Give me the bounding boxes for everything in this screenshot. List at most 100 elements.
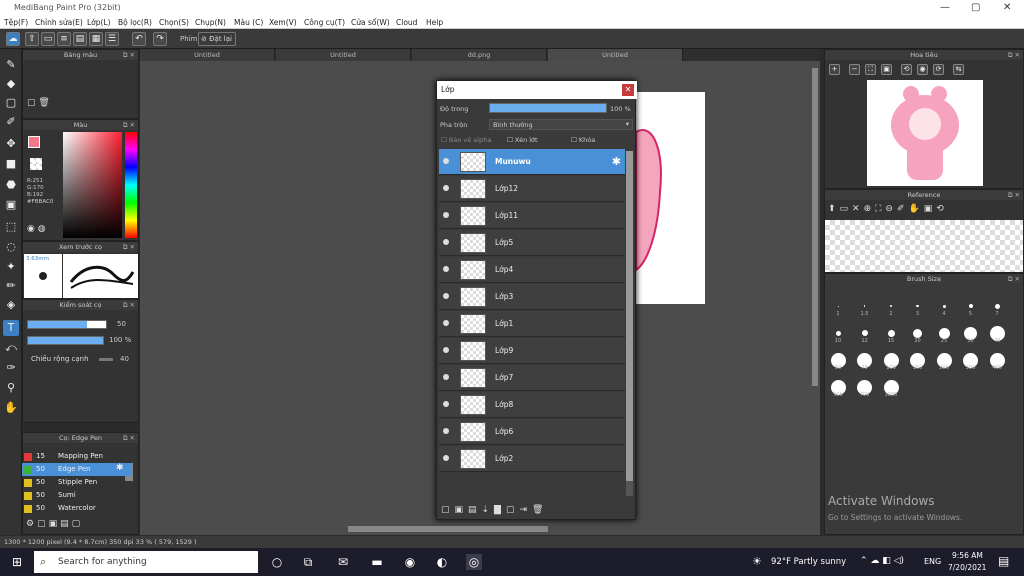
reference-canvas[interactable] xyxy=(825,220,1023,272)
file-explorer-icon[interactable]: ▬ xyxy=(369,554,385,570)
stack-icon[interactable]: ≡ xyxy=(57,32,71,46)
panel-close-icon[interactable]: ⧉ ✕ xyxy=(123,120,135,130)
hand-tool-icon[interactable]: ✋ xyxy=(3,400,19,416)
actual-size-icon[interactable]: ▣ xyxy=(881,64,892,75)
saturation-value-picker[interactable] xyxy=(63,132,122,238)
panel-close-icon[interactable]: ⧉ ✕ xyxy=(1008,50,1020,60)
layer-row[interactable]: Lớp3 xyxy=(439,284,625,310)
layer-row[interactable]: Lớp5 xyxy=(439,230,625,256)
eye-icon[interactable] xyxy=(443,266,449,272)
cortana-icon[interactable]: ○ xyxy=(269,554,285,570)
edge-width-slider[interactable] xyxy=(99,358,113,361)
move-tool-icon[interactable]: ✥ xyxy=(3,136,19,152)
brush-size-dot[interactable] xyxy=(890,305,892,307)
brush-size-dot[interactable] xyxy=(913,328,922,338)
flip-icon[interactable]: ⇆ xyxy=(953,64,964,75)
layer-row[interactable]: Lớp2 xyxy=(439,446,625,472)
panel-close-icon[interactable]: ⧉ ✕ xyxy=(123,242,135,252)
foreground-color[interactable] xyxy=(28,136,40,148)
zoom-in-icon[interactable]: + xyxy=(829,64,840,75)
eye-icon[interactable] xyxy=(443,428,449,434)
pen-tool-icon[interactable]: ✐ xyxy=(3,114,19,130)
panel-close-icon[interactable]: ⧉ ✕ xyxy=(123,300,135,310)
brush-actions-icon[interactable]: ⚙▢▣▤▢ xyxy=(26,519,83,529)
system-tray-icon[interactable]: ⌃ ☁ ◧ ◁) xyxy=(860,556,904,566)
brush-item-selected[interactable]: 50 Edge Pen ✱ xyxy=(22,463,132,476)
select-eraser-icon[interactable]: ◈ xyxy=(3,297,19,313)
redo-icon[interactable]: ↷ xyxy=(153,32,167,46)
list-icon[interactable]: ☰ xyxy=(105,32,119,46)
rectangle-tool-icon[interactable]: ▢ xyxy=(3,95,19,111)
comment-icon[interactable]: ▭ xyxy=(41,32,55,46)
brush-size-dot[interactable] xyxy=(863,305,866,307)
eye-icon[interactable] xyxy=(443,320,449,326)
edge-icon[interactable]: ◐ xyxy=(434,554,450,570)
chrome-icon[interactable]: ◉ xyxy=(402,554,418,570)
bucket-tool-icon[interactable]: ⬣ xyxy=(3,177,19,193)
grid-icon[interactable]: ▦ xyxy=(89,32,103,46)
protect-alpha-checkbox[interactable]: ☐ Bảo vệ alpha xyxy=(441,136,491,144)
share-icon[interactable]: ⇪ xyxy=(25,32,39,46)
layer-row[interactable]: Lớp6 xyxy=(439,419,625,445)
eraser-tool-icon[interactable]: ◆ xyxy=(3,76,19,92)
eye-icon[interactable] xyxy=(443,374,449,380)
document-icon[interactable]: ▤ xyxy=(73,32,87,46)
brush-size-dot[interactable] xyxy=(835,330,841,336)
opacity-slider[interactable] xyxy=(27,336,104,345)
menu-cloud[interactable]: Cloud xyxy=(396,18,417,27)
panel-close-icon[interactable]: ⧉ ✕ xyxy=(123,433,135,443)
fit-icon[interactable]: ⛶ xyxy=(865,64,876,75)
menu-color[interactable]: Màu (C) xyxy=(234,18,263,27)
eye-icon[interactable] xyxy=(443,401,449,407)
layer-row[interactable]: Lớp11 xyxy=(439,203,625,229)
close-icon[interactable]: ✕ xyxy=(622,84,634,96)
eye-icon[interactable] xyxy=(443,455,449,461)
zoom-out-icon[interactable]: − xyxy=(849,64,860,75)
tab-untitled-3[interactable]: Untitled xyxy=(548,49,683,61)
menu-help[interactable]: Help xyxy=(426,18,443,27)
close-button[interactable]: ✕ xyxy=(1003,2,1011,13)
rotate-reset-icon[interactable]: ◉ xyxy=(917,64,928,75)
brush-size-slider[interactable] xyxy=(27,320,107,329)
fill-rect-tool-icon[interactable]: ■ xyxy=(3,156,19,172)
gear-icon[interactable]: ✱ xyxy=(612,155,621,168)
layer-row[interactable]: Lớp12 xyxy=(439,176,625,202)
eye-icon[interactable] xyxy=(443,185,449,191)
menu-layer[interactable]: Lớp(L) xyxy=(87,18,111,27)
weather-text[interactable]: 92°F Partly sunny xyxy=(771,557,846,567)
eye-icon[interactable] xyxy=(443,347,449,353)
rotate-right-icon[interactable]: ⟳ xyxy=(933,64,944,75)
menu-view[interactable]: Xem(V) xyxy=(269,18,297,27)
undo-icon[interactable]: ↶ xyxy=(132,32,146,46)
brush-item[interactable]: 15 Mapping Pen xyxy=(22,450,132,463)
select-tool-icon[interactable]: ⬚ xyxy=(3,219,19,235)
clock-date[interactable]: 7/20/2021 xyxy=(948,563,986,572)
brush-size-dot[interactable] xyxy=(938,327,950,339)
layer-row[interactable]: Lớp1 xyxy=(439,311,625,337)
layer-row[interactable]: Lớp7 xyxy=(439,365,625,391)
canvas-paper[interactable] xyxy=(635,92,705,304)
divide-tool-icon[interactable]: ✑ xyxy=(3,360,19,376)
eyedropper-icon[interactable]: ⚲ xyxy=(3,380,19,396)
layer-opacity-slider[interactable] xyxy=(489,103,607,113)
tab-untitled-2[interactable]: Untitled xyxy=(276,49,411,61)
maximize-button[interactable]: ▢ xyxy=(971,2,980,13)
lasso-tool-icon[interactable]: ◌ xyxy=(3,239,19,255)
reset-button[interactable]: ⊘ Đặt lại xyxy=(198,32,236,46)
layer-row[interactable]: Lớp9 xyxy=(439,338,625,364)
hue-slider[interactable] xyxy=(125,132,137,238)
brush-size-dot[interactable] xyxy=(994,303,1000,309)
new-palette-icon[interactable]: ▢ 🗑 xyxy=(27,98,50,108)
magic-wand-icon[interactable]: ✦ xyxy=(3,259,19,275)
brush-size-dot[interactable] xyxy=(887,329,895,337)
layer-list-scrollbar[interactable] xyxy=(626,151,633,496)
eye-icon[interactable] xyxy=(443,158,449,164)
lock-checkbox[interactable]: ☐ Khóa xyxy=(571,136,595,144)
canvas-horizontal-scrollbar[interactable] xyxy=(348,526,548,532)
brush-item[interactable]: 50 Sumi xyxy=(22,489,132,502)
brush-size-dot[interactable] xyxy=(861,330,868,336)
task-view-icon[interactable]: ⧉ xyxy=(300,554,316,570)
brush-size-dot[interactable] xyxy=(837,305,839,307)
eye-icon[interactable] xyxy=(443,293,449,299)
menu-edit[interactable]: Chỉnh sửa(E) xyxy=(35,18,83,27)
